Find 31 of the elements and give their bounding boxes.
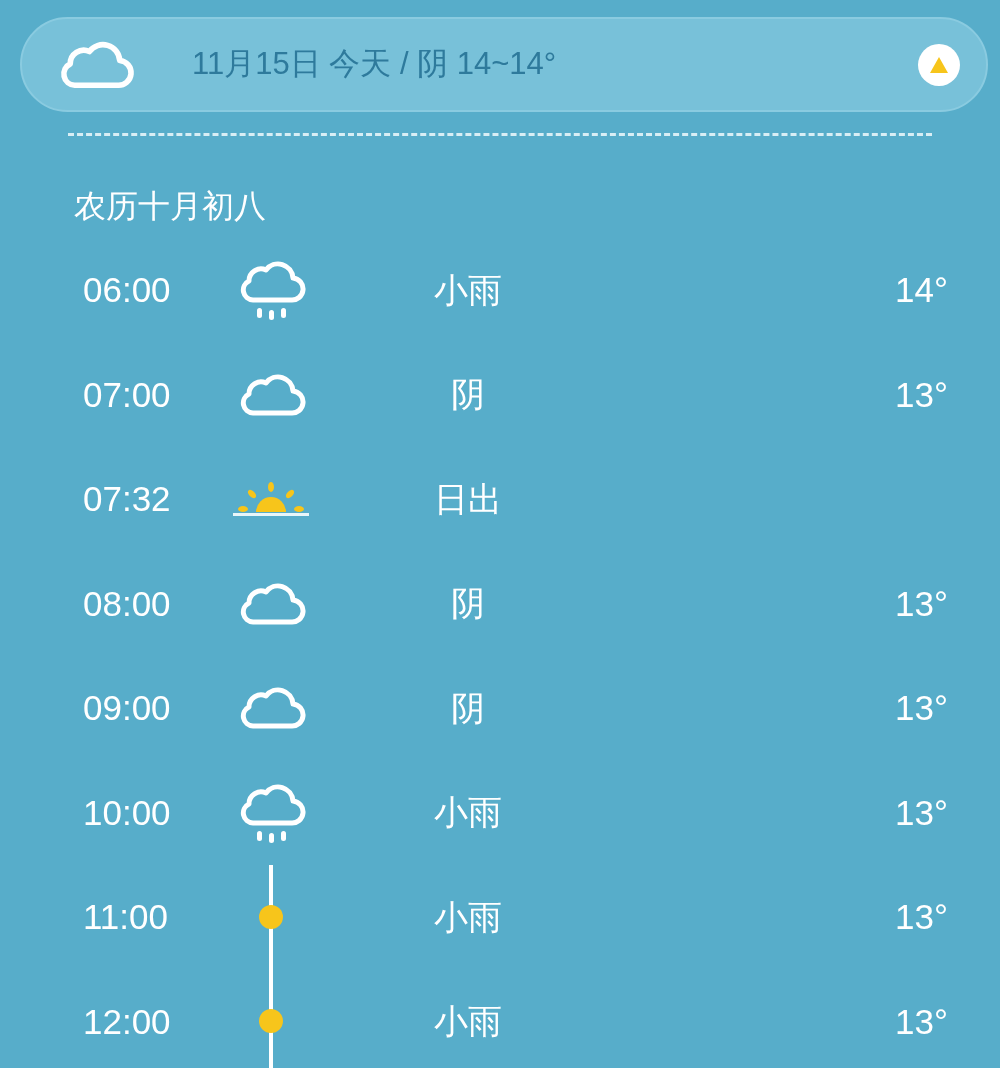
lunar-date: 农历十月初八 — [74, 190, 267, 222]
temperature: 13° — [895, 374, 948, 414]
timeline-dot — [259, 904, 283, 929]
temperature: 14° — [895, 270, 948, 309]
weather-condition: 小雨 — [434, 793, 502, 832]
temperature: 13° — [895, 688, 948, 727]
weather-condition: 小雨 — [434, 270, 502, 309]
weather-condition: 小雨 — [434, 1002, 502, 1041]
summary-bar[interactable]: 11月15日 今天 / 阴 14~14° — [20, 17, 988, 112]
hour-time: 07:00 — [83, 374, 171, 414]
temperature: 13° — [895, 1001, 948, 1041]
hour-time: 06:00 — [83, 270, 171, 309]
temperature: 13° — [895, 897, 948, 936]
weather-condition: 阴 — [451, 688, 485, 727]
hour-time: 09:00 — [83, 688, 171, 727]
hour-time: 11:00 — [83, 897, 168, 936]
timeline-dot — [259, 1009, 283, 1034]
temperature: 13° — [895, 583, 948, 623]
hour-time: 12:00 — [83, 1001, 171, 1041]
triangle-icon — [929, 55, 949, 74]
hour-time: 10:00 — [83, 792, 171, 832]
hour-time: 07:32 — [83, 479, 171, 518]
sunrise-icon — [232, 481, 310, 518]
collapse-button[interactable] — [918, 43, 960, 86]
weather-condition: 小雨 — [434, 897, 502, 936]
temperature: 13° — [895, 792, 948, 832]
weather-condition: 阴 — [451, 375, 485, 414]
weather-condition: 阴 — [451, 584, 485, 623]
hour-time: 08:00 — [83, 583, 171, 623]
day-summary: 11月15日 今天 / 阴 14~14° — [192, 45, 558, 84]
weather-condition: 日出 — [434, 479, 502, 518]
